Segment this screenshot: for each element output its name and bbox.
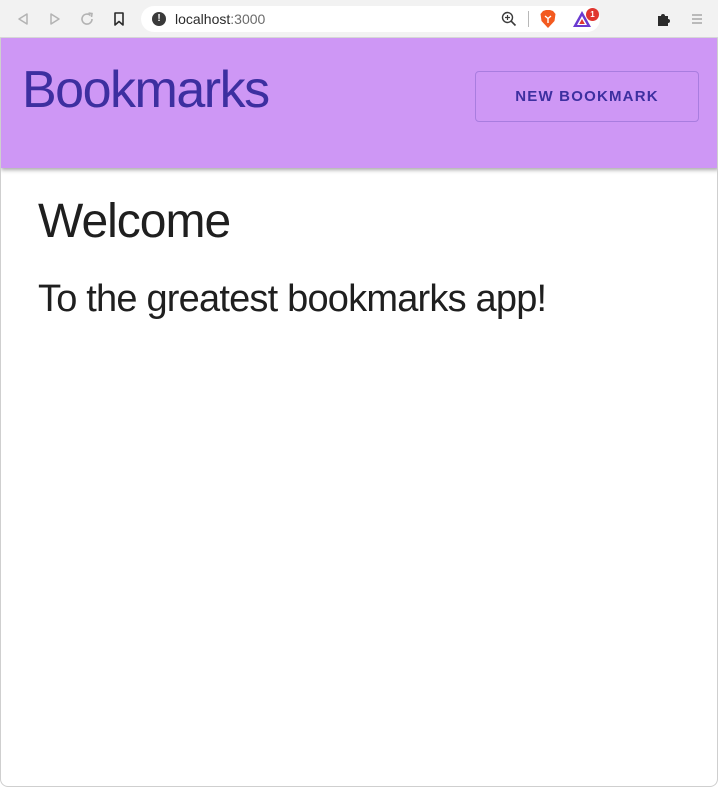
bookmark-icon[interactable] — [107, 7, 131, 31]
new-bookmark-button[interactable]: NEW BOOKMARK — [475, 71, 699, 122]
browser-toolbar: ! localhost:3000 1 — [0, 0, 718, 38]
rewards-badge: 1 — [586, 8, 599, 21]
brave-shield-icon[interactable] — [539, 9, 557, 34]
url-text[interactable]: localhost:3000 — [175, 11, 265, 27]
brand-title[interactable]: Bookmarks — [22, 60, 270, 120]
reload-icon[interactable] — [75, 7, 99, 31]
back-icon[interactable] — [11, 7, 35, 31]
url-separator — [528, 11, 529, 27]
forward-icon[interactable] — [43, 7, 67, 31]
zoom-icon[interactable] — [501, 11, 517, 32]
menu-icon[interactable] — [685, 7, 709, 31]
app-header: Bookmarks NEW BOOKMARK — [1, 38, 717, 168]
url-host: localhost — [175, 11, 231, 27]
site-info-icon[interactable]: ! — [152, 12, 166, 26]
tagline: To the greatest bookmarks app! — [38, 278, 547, 320]
page-viewport: Bookmarks NEW BOOKMARK Welcome To the gr… — [0, 38, 718, 787]
extensions-icon[interactable] — [652, 7, 676, 31]
url-port: :3000 — [230, 11, 266, 27]
welcome-heading: Welcome — [38, 195, 231, 248]
address-bar[interactable]: ! localhost:3000 1 — [141, 6, 600, 32]
